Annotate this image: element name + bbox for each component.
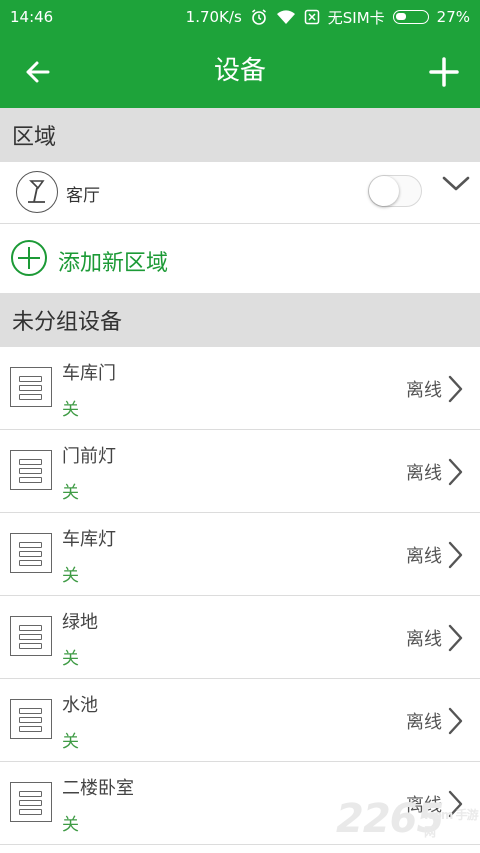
app-bar: 设备 xyxy=(0,34,480,108)
device-state: 关 xyxy=(62,566,79,586)
device-row[interactable]: 绿地 关 离线 xyxy=(0,596,480,679)
device-status: 离线 xyxy=(406,380,442,401)
watermark-sub: .com 手游网 xyxy=(424,808,479,839)
section-header-label: 区域 xyxy=(12,125,57,150)
add-device-button[interactable] xyxy=(426,54,462,90)
add-region-label: 添加新区域 xyxy=(58,251,169,276)
region-label: 客厅 xyxy=(66,186,100,206)
device-detail-button[interactable] xyxy=(446,706,464,736)
device-panel-icon xyxy=(10,616,52,656)
device-row[interactable]: 车库灯 关 离线 xyxy=(0,513,480,596)
device-state: 关 xyxy=(62,400,79,420)
section-header-label: 未分组设备 xyxy=(12,310,123,335)
device-state: 关 xyxy=(62,649,79,669)
device-name: 车库门 xyxy=(62,363,116,384)
battery-icon xyxy=(392,10,429,24)
device-panel-icon xyxy=(10,699,52,739)
wifi-icon xyxy=(276,9,296,25)
region-toggle[interactable] xyxy=(368,175,422,207)
status-right: 1.70K/s 无SIM卡 27% xyxy=(186,7,470,28)
chevron-right-icon xyxy=(448,624,463,652)
device-panel-icon xyxy=(10,367,52,407)
page-title: 设备 xyxy=(213,56,266,86)
device-detail-button[interactable] xyxy=(446,540,464,570)
back-button[interactable] xyxy=(20,54,56,90)
device-status: 离线 xyxy=(406,546,442,567)
device-status: 离线 xyxy=(406,463,442,484)
chevron-right-icon xyxy=(448,458,463,486)
plus-icon xyxy=(429,57,459,87)
device-panel-icon xyxy=(10,533,52,573)
no-sim-icon xyxy=(304,9,320,25)
device-state: 关 xyxy=(62,732,79,752)
sim-status: 无SIM卡 xyxy=(327,8,385,27)
watermark-logo: 2265 .com 手游网 xyxy=(336,796,479,842)
device-panel-icon xyxy=(10,782,52,822)
battery-level: 27% xyxy=(436,8,470,26)
device-detail-button[interactable] xyxy=(446,457,464,487)
device-state: 关 xyxy=(62,815,79,835)
device-name: 绿地 xyxy=(62,612,98,633)
device-detail-button[interactable] xyxy=(446,623,464,653)
chevron-right-icon xyxy=(448,375,463,403)
status-bar: 14:46 1.70K/s 无SIM卡 27% xyxy=(0,0,480,34)
device-detail-button[interactable] xyxy=(446,374,464,404)
lamp-icon xyxy=(16,171,58,213)
device-list: 车库门 关 离线 门前灯 关 离线 车库灯 关 离线 绿地 关 离线 水池 关 … xyxy=(0,347,480,845)
device-status: 离线 xyxy=(406,629,442,650)
chevron-right-icon xyxy=(448,541,463,569)
device-panel-icon xyxy=(10,450,52,490)
device-name: 车库灯 xyxy=(62,529,116,550)
plus-circle-icon xyxy=(10,239,48,277)
network-speed: 1.70K/s xyxy=(185,8,242,26)
device-status: 离线 xyxy=(406,712,442,733)
section-header-region: 区域 xyxy=(0,108,480,162)
add-region-button[interactable]: 添加新区域 xyxy=(0,225,480,293)
device-row[interactable]: 门前灯 关 离线 xyxy=(0,430,480,513)
region-row-living-room[interactable]: 客厅 xyxy=(0,162,480,224)
device-name: 水池 xyxy=(62,695,98,716)
chevron-down-icon xyxy=(442,176,470,191)
alarm-icon xyxy=(250,8,268,26)
status-time: 14:46 xyxy=(10,8,54,26)
section-header-unassigned: 未分组设备 xyxy=(0,293,480,347)
chevron-right-icon xyxy=(448,707,463,735)
device-state: 关 xyxy=(62,483,79,503)
expand-region-button[interactable] xyxy=(440,172,472,196)
device-row[interactable]: 车库门 关 离线 xyxy=(0,347,480,430)
device-name: 门前灯 xyxy=(62,446,116,467)
device-row[interactable]: 水池 关 离线 xyxy=(0,679,480,762)
arrow-left-icon xyxy=(26,61,50,83)
device-name: 二楼卧室 xyxy=(62,778,134,799)
toggle-knob xyxy=(369,176,399,206)
